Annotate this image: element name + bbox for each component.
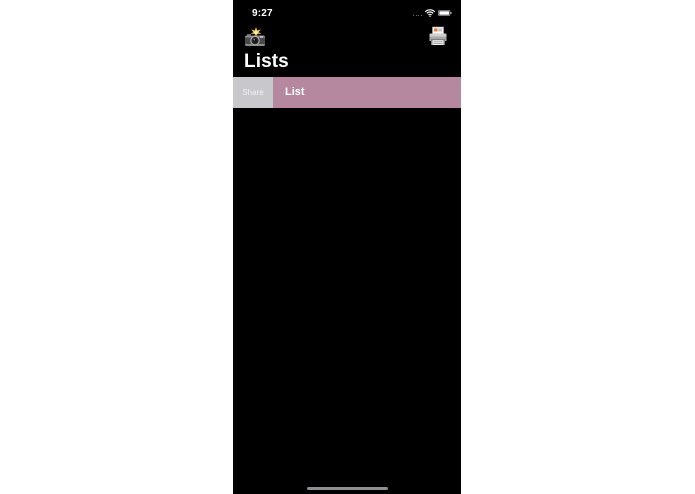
status-time: 9:27 [252,8,273,19]
share-action-label: Share [242,88,264,97]
status-bar: 9:27 [233,0,461,26]
page-title: Lists [244,51,289,72]
list-item[interactable]: Share List [233,77,461,108]
cellular-signal-icon [413,13,423,16]
wifi-icon [425,9,435,17]
share-action-button[interactable]: Share [233,77,273,108]
list-row-content[interactable]: List [273,77,461,108]
printer-icon[interactable] [428,26,448,46]
battery-icon [438,10,452,16]
list-item-label: List [285,86,305,98]
camera-flash-icon[interactable] [244,27,266,47]
home-indicator[interactable] [307,487,388,490]
phone-screen: 9:27 Lists Share List [233,0,461,494]
